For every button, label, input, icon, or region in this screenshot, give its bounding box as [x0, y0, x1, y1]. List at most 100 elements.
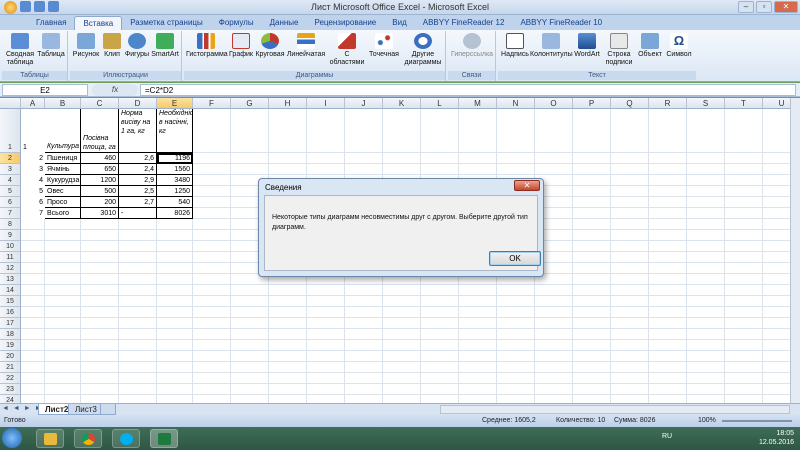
cell-e5[interactable]: 1250	[157, 186, 193, 197]
insert-sheet-icon[interactable]	[100, 404, 116, 415]
sheet-tab-list3[interactable]: Лист3	[68, 404, 104, 415]
row-header-24[interactable]: 24	[0, 395, 21, 403]
column-header-p[interactable]: P	[573, 98, 611, 109]
column-header-t[interactable]: T	[725, 98, 763, 109]
cell-e7[interactable]: 8026	[157, 208, 193, 219]
shapes-button[interactable]: Фигуры	[124, 33, 150, 59]
line-chart-button[interactable]: График	[228, 33, 254, 59]
cell-e2[interactable]: 1196	[157, 153, 193, 164]
row-header-9[interactable]: 9	[0, 230, 21, 241]
cell-a7[interactable]: 7	[21, 208, 45, 219]
cell-d3[interactable]: 2,4	[119, 164, 157, 175]
cell-a6[interactable]: 6	[21, 197, 45, 208]
tab-home[interactable]: Главная	[28, 16, 74, 30]
select-all-corner[interactable]	[0, 98, 21, 109]
language-indicator[interactable]: RU	[662, 433, 672, 440]
cell-e6[interactable]: 540	[157, 197, 193, 208]
cell-c5[interactable]: 500	[81, 186, 119, 197]
cell-d7[interactable]: -	[119, 208, 157, 219]
bar-chart-button[interactable]: Линейчатая	[286, 33, 326, 59]
taskbar-excel[interactable]	[150, 429, 178, 448]
row-header-20[interactable]: 20	[0, 351, 21, 362]
area-chart-button[interactable]: С областями	[328, 33, 366, 67]
row-header-16[interactable]: 16	[0, 307, 21, 318]
row-header-23[interactable]: 23	[0, 384, 21, 395]
ok-button[interactable]: OK	[489, 251, 541, 266]
tab-data[interactable]: Данные	[262, 16, 307, 30]
signature-line-button[interactable]: Строка подписи	[602, 33, 636, 67]
cell-a2[interactable]: 2	[21, 153, 45, 164]
row-header-18[interactable]: 18	[0, 329, 21, 340]
dialog-close-button[interactable]: ✕	[514, 180, 540, 191]
start-button[interactable]	[2, 428, 22, 448]
tab-abbyy-10[interactable]: ABBYY FineReader 10	[512, 16, 610, 30]
cell-e4[interactable]: 3480	[157, 175, 193, 186]
row-header-7[interactable]: 7	[0, 208, 21, 219]
cell-b6[interactable]: Просо	[45, 197, 81, 208]
picture-button[interactable]: Рисунок	[72, 33, 100, 59]
hyperlink-button[interactable]: Гиперссылка	[450, 33, 494, 59]
header-cell-e[interactable]: Необхідність в насінні, кг	[157, 109, 193, 153]
row-header-22[interactable]: 22	[0, 373, 21, 384]
table-button[interactable]: Таблица	[36, 33, 66, 59]
cell-b3[interactable]: Ячмінь	[45, 164, 81, 175]
row-header-1[interactable]: 1	[0, 109, 21, 153]
cell-b7[interactable]: Всього	[45, 208, 81, 219]
column-header-j[interactable]: J	[345, 98, 383, 109]
vertical-scrollbar[interactable]	[790, 98, 800, 403]
column-header-m[interactable]: M	[459, 98, 497, 109]
row-header-3[interactable]: 3	[0, 164, 21, 175]
clip-button[interactable]: Клип	[100, 33, 124, 59]
header-cell-b[interactable]: Культура	[45, 109, 81, 153]
row-header-11[interactable]: 11	[0, 252, 21, 263]
cell-e3[interactable]: 1560	[157, 164, 193, 175]
taskbar-explorer[interactable]	[36, 429, 64, 448]
column-header-g[interactable]: G	[231, 98, 269, 109]
tab-page-layout[interactable]: Разметка страницы	[122, 16, 211, 30]
row-header-10[interactable]: 10	[0, 241, 21, 252]
row-header-21[interactable]: 21	[0, 362, 21, 373]
column-header-f[interactable]: F	[193, 98, 231, 109]
row-header-14[interactable]: 14	[0, 285, 21, 296]
cell-a3[interactable]: 3	[21, 164, 45, 175]
column-header-b[interactable]: B	[45, 98, 81, 109]
cell-d4[interactable]: 2,9	[119, 175, 157, 186]
row-header-15[interactable]: 15	[0, 296, 21, 307]
column-header-l[interactable]: L	[421, 98, 459, 109]
name-box[interactable]: E2	[2, 84, 88, 96]
row-header-5[interactable]: 5	[0, 186, 21, 197]
formula-input[interactable]: =C2*D2	[140, 84, 796, 96]
header-cell-d[interactable]: Норма висіву на 1 га, кг	[119, 109, 157, 153]
cell-b5[interactable]: Овес	[45, 186, 81, 197]
scatter-chart-button[interactable]: Точечная	[366, 33, 402, 59]
column-header-d[interactable]: D	[119, 98, 157, 109]
pie-chart-button[interactable]: Круговая	[254, 33, 286, 59]
column-header-r[interactable]: R	[649, 98, 687, 109]
header-cell-c[interactable]: Посівна площа, га	[81, 109, 119, 153]
tab-insert[interactable]: Вставка	[74, 16, 123, 30]
insert-function-button[interactable]: fx	[92, 84, 138, 96]
pivot-table-button[interactable]: Сводная таблица	[4, 33, 36, 67]
other-charts-button[interactable]: Другие диаграммы	[402, 33, 444, 67]
tab-review[interactable]: Рецензирование	[306, 16, 384, 30]
zoom-level[interactable]: 100%	[698, 417, 716, 424]
header-cell-a[interactable]: 1	[21, 109, 45, 153]
cell-d5[interactable]: 2,5	[119, 186, 157, 197]
column-header-n[interactable]: N	[497, 98, 535, 109]
cell-b2[interactable]: Пшениця	[45, 153, 81, 164]
row-header-19[interactable]: 19	[0, 340, 21, 351]
column-chart-button[interactable]: Гистограмма	[186, 33, 228, 59]
header-footer-button[interactable]: Колонтитулы	[530, 33, 573, 59]
column-header-e[interactable]: E	[157, 98, 193, 109]
horizontal-scrollbar[interactable]	[440, 405, 790, 414]
zoom-slider[interactable]	[722, 420, 792, 422]
cell-d6[interactable]: 2,7	[119, 197, 157, 208]
row-header-4[interactable]: 4	[0, 175, 21, 186]
cell-d2[interactable]: 2,6	[119, 153, 157, 164]
column-header-u[interactable]: U	[763, 98, 790, 109]
taskbar-chrome[interactable]	[74, 429, 102, 448]
taskbar-skype[interactable]	[112, 429, 140, 448]
cell-a5[interactable]: 5	[21, 186, 45, 197]
sheet-nav-arrows[interactable]: ◄ ◄ ► ►	[2, 405, 43, 412]
column-header-h[interactable]: H	[269, 98, 307, 109]
